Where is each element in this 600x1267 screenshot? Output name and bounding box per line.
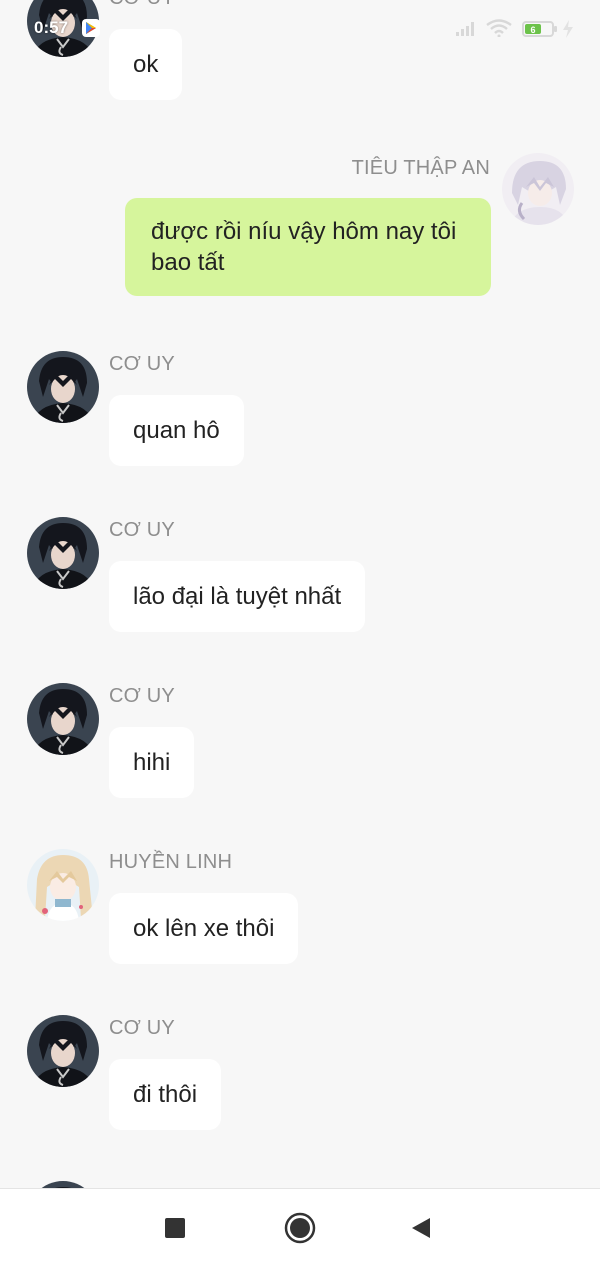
message-bubble[interactable]: đi thôi <box>109 1059 222 1130</box>
message-text: ok <box>133 51 159 78</box>
message-text: được rồi níu vậy hôm nay tôi bao tất <box>151 218 457 276</box>
home-button[interactable] <box>284 1212 316 1249</box>
status-time: 0:57 <box>34 18 69 37</box>
sender-avatar[interactable] <box>502 153 574 225</box>
message-text: quan hô <box>133 417 220 444</box>
message-text: ok lên xe thôi <box>133 915 275 942</box>
message-text: lão đại là tuyệt nhất <box>133 583 342 610</box>
back-triangle-icon <box>412 1218 430 1238</box>
navigation-bar <box>0 1188 600 1267</box>
message-text: đi thôi <box>133 1081 198 1108</box>
sender-avatar[interactable] <box>27 1181 99 1188</box>
circle-icon <box>284 1212 316 1244</box>
sender-name: HUYỀN LINH <box>109 851 233 873</box>
message-bubble[interactable]: ok <box>109 29 183 100</box>
sender-name: CƠ UY <box>109 519 175 541</box>
sender-name: CƠ UY <box>109 1017 175 1039</box>
message-bubble[interactable]: ok lên xe thôi <box>109 893 299 964</box>
sender-avatar[interactable] <box>27 849 99 921</box>
sender-avatar[interactable] <box>27 1015 99 1087</box>
sender-avatar[interactable] <box>27 683 99 755</box>
message-bubble[interactable]: quan hô <box>109 395 244 466</box>
chat-message-list[interactable]: CƠ UY ok TIÊU THẬP AN được rồi níu vậy h… <box>0 0 600 1188</box>
square-icon <box>165 1218 185 1238</box>
message-bubble[interactable]: hihi <box>109 727 195 798</box>
sender-name: CƠ UY <box>109 353 175 375</box>
sender-avatar[interactable] <box>27 517 99 589</box>
sender-avatar[interactable] <box>27 351 99 423</box>
sender-name: CƠ UY <box>109 0 175 10</box>
message-bubble[interactable]: được rồi níu vậy hôm nay tôi bao tất <box>125 198 491 296</box>
recents-button[interactable] <box>164 1217 186 1244</box>
back-button[interactable] <box>410 1216 432 1245</box>
message-text: hihi <box>133 749 171 776</box>
message-bubble[interactable]: lão đại là tuyệt nhất <box>109 561 366 632</box>
sender-name: TIÊU THẬP AN <box>351 157 490 179</box>
sender-name: CƠ UY <box>109 685 175 707</box>
